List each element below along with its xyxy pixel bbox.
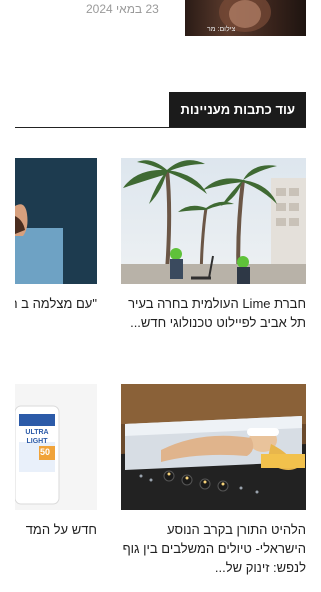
product-spf-text: 50 bbox=[40, 447, 51, 457]
sunscreen-product-image bbox=[15, 384, 97, 510]
article-date: 23 במאי 2024 bbox=[86, 2, 159, 16]
article-title-sunscreen: חדש על המד bbox=[25, 522, 97, 537]
article-image-man[interactable] bbox=[15, 158, 97, 284]
section-header: עוד כתבות מעניינות bbox=[15, 92, 306, 128]
article-title-sunscreen-line1[interactable]: חדש על המד bbox=[15, 520, 97, 539]
top-article-thumbnail[interactable]: צילום: מר bbox=[185, 0, 306, 36]
section-title: עוד כתבות מעניינות bbox=[169, 92, 306, 127]
thumbnail-caption: צילום: מר bbox=[207, 26, 236, 33]
spa-jacuzzi-image bbox=[121, 384, 306, 510]
article-image-sunscreen[interactable]: ULTRA LIGHT 50 bbox=[15, 384, 97, 510]
thumbnail-image bbox=[219, 0, 271, 32]
article-title-man-line1[interactable]: "עם מצלמה ב הגב, הייתי הו bbox=[15, 294, 97, 313]
product-brand-text: ULTRA LIGHT bbox=[25, 429, 49, 445]
page: 23 במאי 2024 צילום: מר עוד כתבות מעניינו… bbox=[0, 0, 321, 592]
article-title-lime[interactable]: חברת Lime העולמית בחרה בעיר תל אביב לפיי… bbox=[121, 294, 306, 332]
article-image-spa[interactable] bbox=[121, 384, 306, 510]
article-title-man: "עם מצלמה ב הגב, הייתי הו bbox=[15, 296, 97, 311]
palm-street-image bbox=[121, 158, 306, 284]
man-portrait-image bbox=[15, 158, 97, 284]
article-title-spa[interactable]: הלהיט התורן בקרב הנוסע הישראלי- טיולים ה… bbox=[121, 520, 306, 577]
article-image-lime[interactable] bbox=[121, 158, 306, 284]
